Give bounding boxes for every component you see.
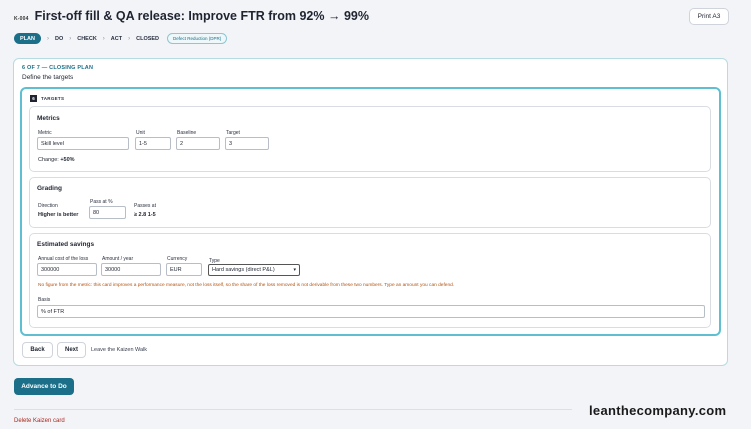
savings-warning: No figure from the metric: this card imp… xyxy=(38,283,455,288)
chevron-right-icon: › xyxy=(128,35,131,42)
metric-label: Metric xyxy=(38,130,52,136)
targets-heading: TARGETS xyxy=(41,96,65,101)
savings-type-value: Hard savings (direct P&L) xyxy=(212,267,275,273)
target-label: Target xyxy=(226,130,240,136)
change-readout: Change: +50% xyxy=(38,157,75,163)
step-check[interactable]: CHECK xyxy=(77,36,97,42)
leave-walk-link[interactable]: Leave the Kaizen Walk xyxy=(91,347,147,353)
metrics-card xyxy=(29,106,711,172)
pass-at-label: Pass at % xyxy=(90,199,113,205)
footer-divider xyxy=(14,409,572,410)
targets-header: 6 TARGETS xyxy=(30,95,64,102)
step-closed[interactable]: CLOSED xyxy=(136,36,159,42)
basis-label: Basis xyxy=(38,297,51,303)
section-counter: 6 OF 7 — CLOSING PLAN xyxy=(22,65,94,71)
direction-label: Direction xyxy=(38,203,58,209)
annual-cost-input[interactable]: 300000 xyxy=(37,263,97,276)
baseline-label: Baseline xyxy=(177,130,197,136)
currency-label: Currency xyxy=(167,256,188,262)
passes-at-value: ≥ 2.8 1-5 xyxy=(134,212,156,218)
grading-card xyxy=(29,177,711,228)
advance-to-do-button[interactable]: Advance to Do xyxy=(14,378,74,395)
chevron-right-icon: › xyxy=(69,35,72,42)
metric-input[interactable]: Skill level xyxy=(37,137,129,150)
phase-stepper: PLAN › DO › CHECK › ACT › CLOSED Defect … xyxy=(14,33,228,44)
target-input[interactable]: 3 xyxy=(225,137,269,150)
savings-title: Estimated savings xyxy=(37,241,95,248)
amount-year-label: Amount / year xyxy=(102,256,134,262)
chevron-right-icon: › xyxy=(102,35,105,42)
basis-input[interactable]: % of FTR xyxy=(37,305,705,318)
change-prefix: Change: xyxy=(38,157,59,163)
unit-input[interactable]: 1-5 xyxy=(135,137,171,150)
category-tag: Defect Reduction (DPR) xyxy=(167,33,228,44)
annual-cost-label: Annual cost of the loss xyxy=(38,256,89,262)
pass-at-input[interactable]: 80 xyxy=(89,206,126,219)
chevron-down-icon: ▾ xyxy=(293,267,296,273)
chevron-right-icon: › xyxy=(46,35,49,42)
passes-at-label: Passes at xyxy=(134,203,156,209)
unit-label: Unit xyxy=(136,130,145,136)
back-button[interactable]: Back xyxy=(22,342,53,358)
change-value: +50% xyxy=(60,157,75,163)
card-id: K-004 xyxy=(14,16,29,22)
targets-index-badge: 6 xyxy=(30,95,37,102)
step-act[interactable]: ACT xyxy=(111,36,122,42)
direction-value: Higher is better xyxy=(38,212,79,218)
step-plan[interactable]: PLAN xyxy=(14,33,41,44)
print-a3-button[interactable]: Print A3 xyxy=(689,8,729,25)
baseline-input[interactable]: 2 xyxy=(176,137,220,150)
delete-card-link[interactable]: Delete Kaizen card xyxy=(14,418,65,424)
page-header: K-004 First-off fill & QA release: Impro… xyxy=(14,9,369,23)
grading-title: Grading xyxy=(37,185,62,192)
page-title: First-off fill & QA release: Improve FTR… xyxy=(34,9,369,23)
section-subtitle: Define the targets xyxy=(22,74,74,81)
currency-input[interactable]: EUR xyxy=(166,263,202,276)
next-button[interactable]: Next xyxy=(57,342,86,358)
amount-year-input[interactable]: 30000 xyxy=(101,263,161,276)
watermark: leanthecompany.com xyxy=(589,403,727,418)
savings-type-select[interactable]: Hard savings (direct P&L) ▾ xyxy=(208,264,300,276)
step-do[interactable]: DO xyxy=(55,36,63,42)
metrics-title: Metrics xyxy=(37,115,60,122)
